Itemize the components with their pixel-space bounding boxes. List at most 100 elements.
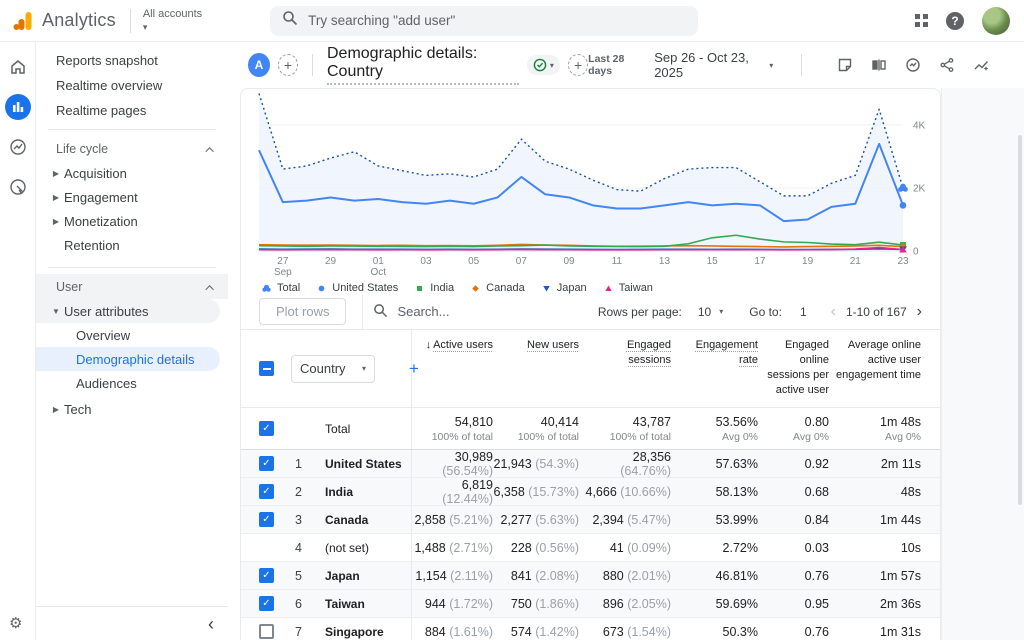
totals-row: ✓ Total 54,810100% of total 40,414100% o…: [241, 408, 940, 450]
dimension-select[interactable]: Country ▾: [291, 355, 375, 383]
column-header-avg-engagement-time[interactable]: Average online active user engagement ti…: [829, 338, 921, 383]
svg-text:01: 01: [373, 256, 385, 267]
pagination-range: 1-10 of 167: [846, 305, 907, 319]
sidebar-item-monetization[interactable]: ▶ Monetization: [36, 209, 228, 233]
goto-page-input[interactable]: 1: [800, 305, 807, 319]
report-status-pill[interactable]: ▾: [527, 55, 560, 75]
svg-text:29: 29: [325, 256, 337, 267]
main-area: A + Demographic details: Country ▾ + Las…: [228, 42, 1024, 640]
settings-gear-icon[interactable]: ⚙: [9, 614, 22, 632]
notes-icon[interactable]: [836, 56, 854, 74]
metric-cell: 1,154 (2.11%): [412, 569, 493, 583]
metric-cell: 50.3%: [671, 625, 758, 639]
account-selector[interactable]: All accounts ▾: [143, 8, 202, 33]
row-checkbox[interactable]: ✓: [259, 512, 274, 527]
chevron-down-icon: ▾: [550, 61, 554, 70]
legend-item-united-states[interactable]: United States: [316, 282, 398, 294]
share-icon[interactable]: [938, 56, 956, 74]
table-row-united-states: ✓1United States30,989 (56.54%)21,943 (54…: [241, 450, 940, 478]
collapse-sidebar-icon[interactable]: ‹: [208, 615, 214, 633]
divider: [130, 9, 131, 33]
vertical-scrollbar[interactable]: [1018, 135, 1022, 505]
table-header-row: Country ▾ + ↓Active users New users Enga…: [241, 330, 940, 408]
sidebar-item-retention[interactable]: Retention: [36, 233, 228, 257]
apps-grid-icon[interactable]: [915, 14, 928, 27]
row-index: 3: [291, 513, 325, 527]
row-checkbox[interactable]: ✓: [259, 484, 274, 499]
insights-clock-icon[interactable]: [904, 56, 922, 74]
data-table: Country ▾ + ↓Active users New users Enga…: [241, 330, 940, 640]
metric-cell: 1,488 (2.71%): [412, 541, 493, 555]
home-icon[interactable]: [5, 54, 31, 80]
sidebar-item-realtime-overview[interactable]: Realtime overview: [36, 73, 228, 98]
page-title[interactable]: Demographic details: Country: [327, 45, 519, 85]
sidebar-item-reports-snapshot[interactable]: Reports snapshot: [36, 48, 228, 73]
metric-cell: 1m 31s: [829, 625, 921, 639]
legend-item-canada[interactable]: Canada: [470, 282, 525, 294]
sidebar-item-audiences[interactable]: Audiences: [36, 371, 228, 395]
legend-item-japan[interactable]: Japan: [541, 282, 587, 294]
column-header-active-users[interactable]: ↓Active users: [412, 338, 493, 353]
compare-icon[interactable]: [870, 56, 888, 74]
metric-cell: 673 (1.54%): [579, 625, 671, 639]
row-checkbox[interactable]: ✓: [259, 456, 274, 471]
country-name: Singapore: [325, 625, 411, 639]
sidebar-item-user-attributes[interactable]: ▼ User attributes: [36, 299, 220, 323]
metric-cell: 1m 57s: [829, 569, 921, 583]
svg-text:Sep: Sep: [274, 267, 292, 277]
add-dimension-icon[interactable]: +: [409, 359, 411, 379]
topbar-actions: ?: [915, 7, 1010, 35]
totals-checkbox[interactable]: ✓: [259, 421, 274, 436]
explore-icon[interactable]: [5, 134, 31, 160]
help-icon[interactable]: ?: [946, 12, 964, 30]
metric-cell: 2,858 (5.21%): [412, 513, 493, 527]
add-comparison-button[interactable]: +: [278, 54, 298, 76]
row-checkbox[interactable]: ✓: [259, 596, 274, 611]
report-avatar[interactable]: A: [248, 53, 270, 77]
table-search-input[interactable]: Search...: [373, 303, 449, 321]
metric-cell: 1m 44s: [829, 513, 921, 527]
section-user[interactable]: User: [36, 274, 228, 299]
sidebar-item-demographic-details[interactable]: Demographic details: [36, 347, 220, 371]
plot-rows-button[interactable]: Plot rows: [259, 298, 346, 325]
sidebar-item-acquisition[interactable]: ▶ Acquisition: [36, 161, 228, 185]
column-header-engaged-sessions-per-user[interactable]: Engaged online sessions per active user: [758, 338, 829, 398]
column-header-engaged-sessions[interactable]: Engaged sessions: [579, 338, 671, 368]
check-circle-icon: [533, 58, 547, 72]
add-report-button[interactable]: +: [568, 54, 588, 76]
sidebar-item-tech[interactable]: ▶ Tech: [36, 397, 228, 421]
sidebar-item-realtime-pages[interactable]: Realtime pages: [36, 98, 228, 123]
search-icon: [373, 303, 388, 321]
country-name: India: [325, 485, 411, 499]
user-avatar[interactable]: [982, 7, 1010, 35]
expand-arrow-icon: ▶: [48, 405, 64, 414]
select-all-checkbox[interactable]: [259, 361, 274, 376]
analytics-intelligence-icon[interactable]: [972, 56, 990, 74]
table-row-japan: ✓5Japan1,154 (2.11%)841 (2.08%)880 (2.01…: [241, 562, 940, 590]
row-index: 5: [291, 569, 325, 583]
column-header-engagement-rate[interactable]: Engagement rate: [671, 338, 758, 368]
sidebar-item-overview[interactable]: Overview: [36, 323, 228, 347]
row-checkbox[interactable]: [259, 624, 274, 639]
metric-cell: 46.81%: [671, 569, 758, 583]
legend-item-total[interactable]: Total: [261, 282, 300, 294]
legend-item-taiwan[interactable]: Taiwan: [603, 282, 653, 294]
next-page-icon[interactable]: ›: [915, 304, 924, 320]
previous-page-icon[interactable]: ‹: [829, 304, 838, 320]
reports-icon[interactable]: [5, 94, 31, 120]
date-range-selector[interactable]: Sep 26 - Oct 23, 2025: [654, 50, 755, 80]
rows-per-page-select[interactable]: 10: [698, 305, 711, 319]
section-life-cycle[interactable]: Life cycle: [36, 136, 228, 161]
sidebar-item-engagement[interactable]: ▶ Engagement: [36, 185, 228, 209]
chart-area: 02K4K27Sep2901Oct0305070911131517192123: [241, 89, 940, 282]
row-checkbox[interactable]: ✓: [259, 568, 274, 583]
advertising-icon[interactable]: [5, 174, 31, 200]
expand-arrow-icon: ▶: [48, 169, 64, 178]
legend-item-india[interactable]: India: [414, 282, 454, 294]
sidebar-footer: ‹: [36, 606, 228, 640]
row-index: 2: [291, 485, 325, 499]
column-header-new-users[interactable]: New users: [493, 338, 579, 353]
global-search-input[interactable]: Try searching "add user": [270, 6, 698, 36]
chevron-down-icon: ▾: [719, 307, 723, 316]
search-placeholder: Try searching "add user": [308, 13, 455, 28]
